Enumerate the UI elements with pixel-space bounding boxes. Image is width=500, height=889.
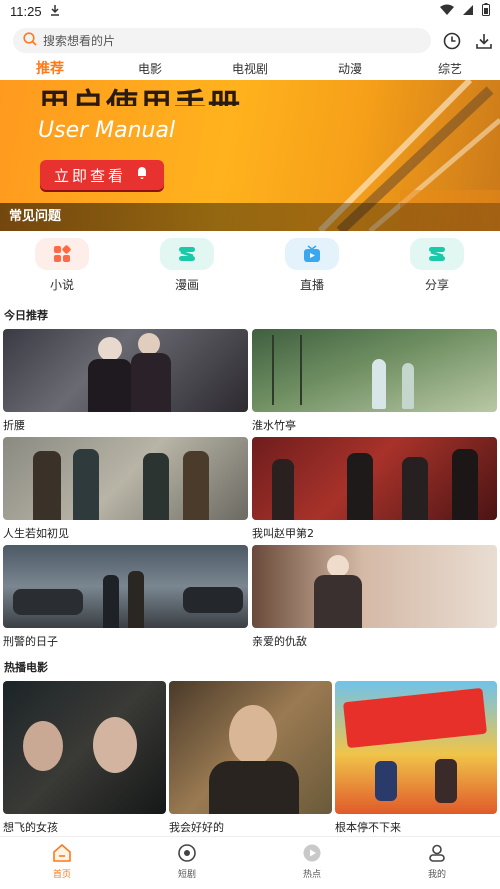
poster-card[interactable]: 淮水竹亭: [252, 329, 497, 433]
nav-short-drama-label: 短剧: [177, 870, 196, 880]
search-bar[interactable]: 搜索想看的片: [13, 28, 431, 53]
banner-title-cn: 用户使用手册: [38, 86, 243, 106]
movie-card[interactable]: 根本停不下来: [335, 681, 497, 835]
movie-thumbnail: [335, 681, 497, 814]
poster-card[interactable]: 折腰: [3, 329, 248, 433]
status-bar: 11:25: [0, 0, 500, 22]
nav-profile[interactable]: 我的: [407, 843, 467, 880]
shortcut-row: 小说 漫画 直播 分享: [0, 238, 500, 296]
movie-title: 根本停不下来: [335, 821, 401, 834]
tab-anime[interactable]: 动漫: [338, 60, 362, 77]
wifi-icon: [440, 4, 454, 19]
nav-hot[interactable]: 热点: [282, 843, 342, 880]
banner-title-en: User Manual: [38, 118, 176, 143]
search-placeholder: 搜索想看的片: [43, 34, 116, 48]
bell-icon: [136, 166, 148, 184]
poster-title: 亲爱的仇敌: [252, 635, 307, 648]
tab-tv-series[interactable]: 电视剧: [232, 60, 268, 77]
banner-caption-bar: [0, 203, 500, 231]
tab-recommend[interactable]: 推荐: [36, 58, 64, 78]
poster-thumbnail: [252, 545, 497, 628]
category-tabs: 推荐 电影 电视剧 动漫 综艺: [0, 56, 500, 80]
nav-home[interactable]: 首页: [32, 843, 92, 880]
section-title-hot-movies: 热播电影: [4, 661, 48, 674]
shortcut-comic-label: 漫画: [174, 278, 199, 292]
shortcut-novel-label: 小说: [49, 278, 74, 292]
poster-title: 刑警的日子: [3, 635, 58, 648]
movie-thumbnail: [169, 681, 332, 814]
download-status-icon: [50, 4, 60, 19]
clock-icon: [443, 32, 461, 50]
share-icon: [410, 238, 464, 270]
profile-icon: [429, 844, 445, 862]
poster-thumbnail: [3, 329, 248, 412]
shortcut-share[interactable]: 分享: [407, 238, 467, 293]
banner-carousel[interactable]: 用户使用手册 User Manual 立即查看 常见问题: [0, 80, 500, 231]
poster-title: 人生若如初见: [3, 527, 69, 540]
bottom-nav: 首页 短剧 热点 我的: [0, 836, 500, 889]
poster-title: 我叫赵甲第2: [252, 527, 314, 540]
movie-card[interactable]: 我会好好的: [169, 681, 332, 835]
hot-icon: [303, 844, 321, 862]
novel-icon: [35, 238, 89, 270]
home-icon: [53, 843, 71, 862]
poster-card[interactable]: 我叫赵甲第2: [252, 437, 497, 541]
nav-home-label: 首页: [52, 870, 71, 880]
shortcut-novel[interactable]: 小说: [32, 238, 92, 293]
poster-thumbnail: [3, 545, 248, 628]
download-button[interactable]: [473, 30, 495, 52]
shortcut-live-label: 直播: [299, 278, 324, 292]
poster-card[interactable]: 刑警的日子: [3, 545, 248, 649]
movie-card[interactable]: 想飞的女孩: [3, 681, 166, 835]
poster-card[interactable]: 人生若如初见: [3, 437, 248, 541]
short-drama-icon: [178, 844, 196, 862]
movie-title: 想飞的女孩: [3, 821, 58, 834]
comic-icon: [160, 238, 214, 270]
tab-variety[interactable]: 综艺: [438, 60, 462, 77]
search-icon: [23, 32, 37, 49]
nav-profile-label: 我的: [427, 870, 446, 880]
poster-card[interactable]: 亲爱的仇敌: [252, 545, 497, 649]
nav-short-drama[interactable]: 短剧: [157, 843, 217, 880]
signal-icon: [462, 4, 474, 19]
banner-cta-button[interactable]: 立即查看: [40, 160, 164, 190]
tab-movies[interactable]: 电影: [138, 60, 162, 77]
section-title-today: 今日推荐: [4, 309, 48, 322]
poster-thumbnail: [3, 437, 248, 520]
shortcut-share-label: 分享: [424, 278, 449, 292]
movie-title: 我会好好的: [169, 821, 224, 834]
banner-caption: 常见问题: [9, 209, 62, 224]
shortcut-comic[interactable]: 漫画: [157, 238, 217, 293]
shortcut-live[interactable]: 直播: [282, 238, 342, 293]
poster-title: 淮水竹亭: [252, 419, 296, 432]
live-icon: [285, 238, 339, 270]
poster-thumbnail: [252, 329, 497, 412]
battery-icon: [482, 3, 490, 19]
download-icon: [476, 34, 492, 49]
history-button[interactable]: [441, 30, 463, 52]
status-time: 11:25: [10, 3, 42, 19]
banner-cta-label: 立即查看: [54, 166, 127, 185]
poster-thumbnail: [252, 437, 497, 520]
poster-title: 折腰: [3, 419, 25, 432]
movie-thumbnail: [3, 681, 166, 814]
nav-hot-label: 热点: [302, 870, 321, 880]
